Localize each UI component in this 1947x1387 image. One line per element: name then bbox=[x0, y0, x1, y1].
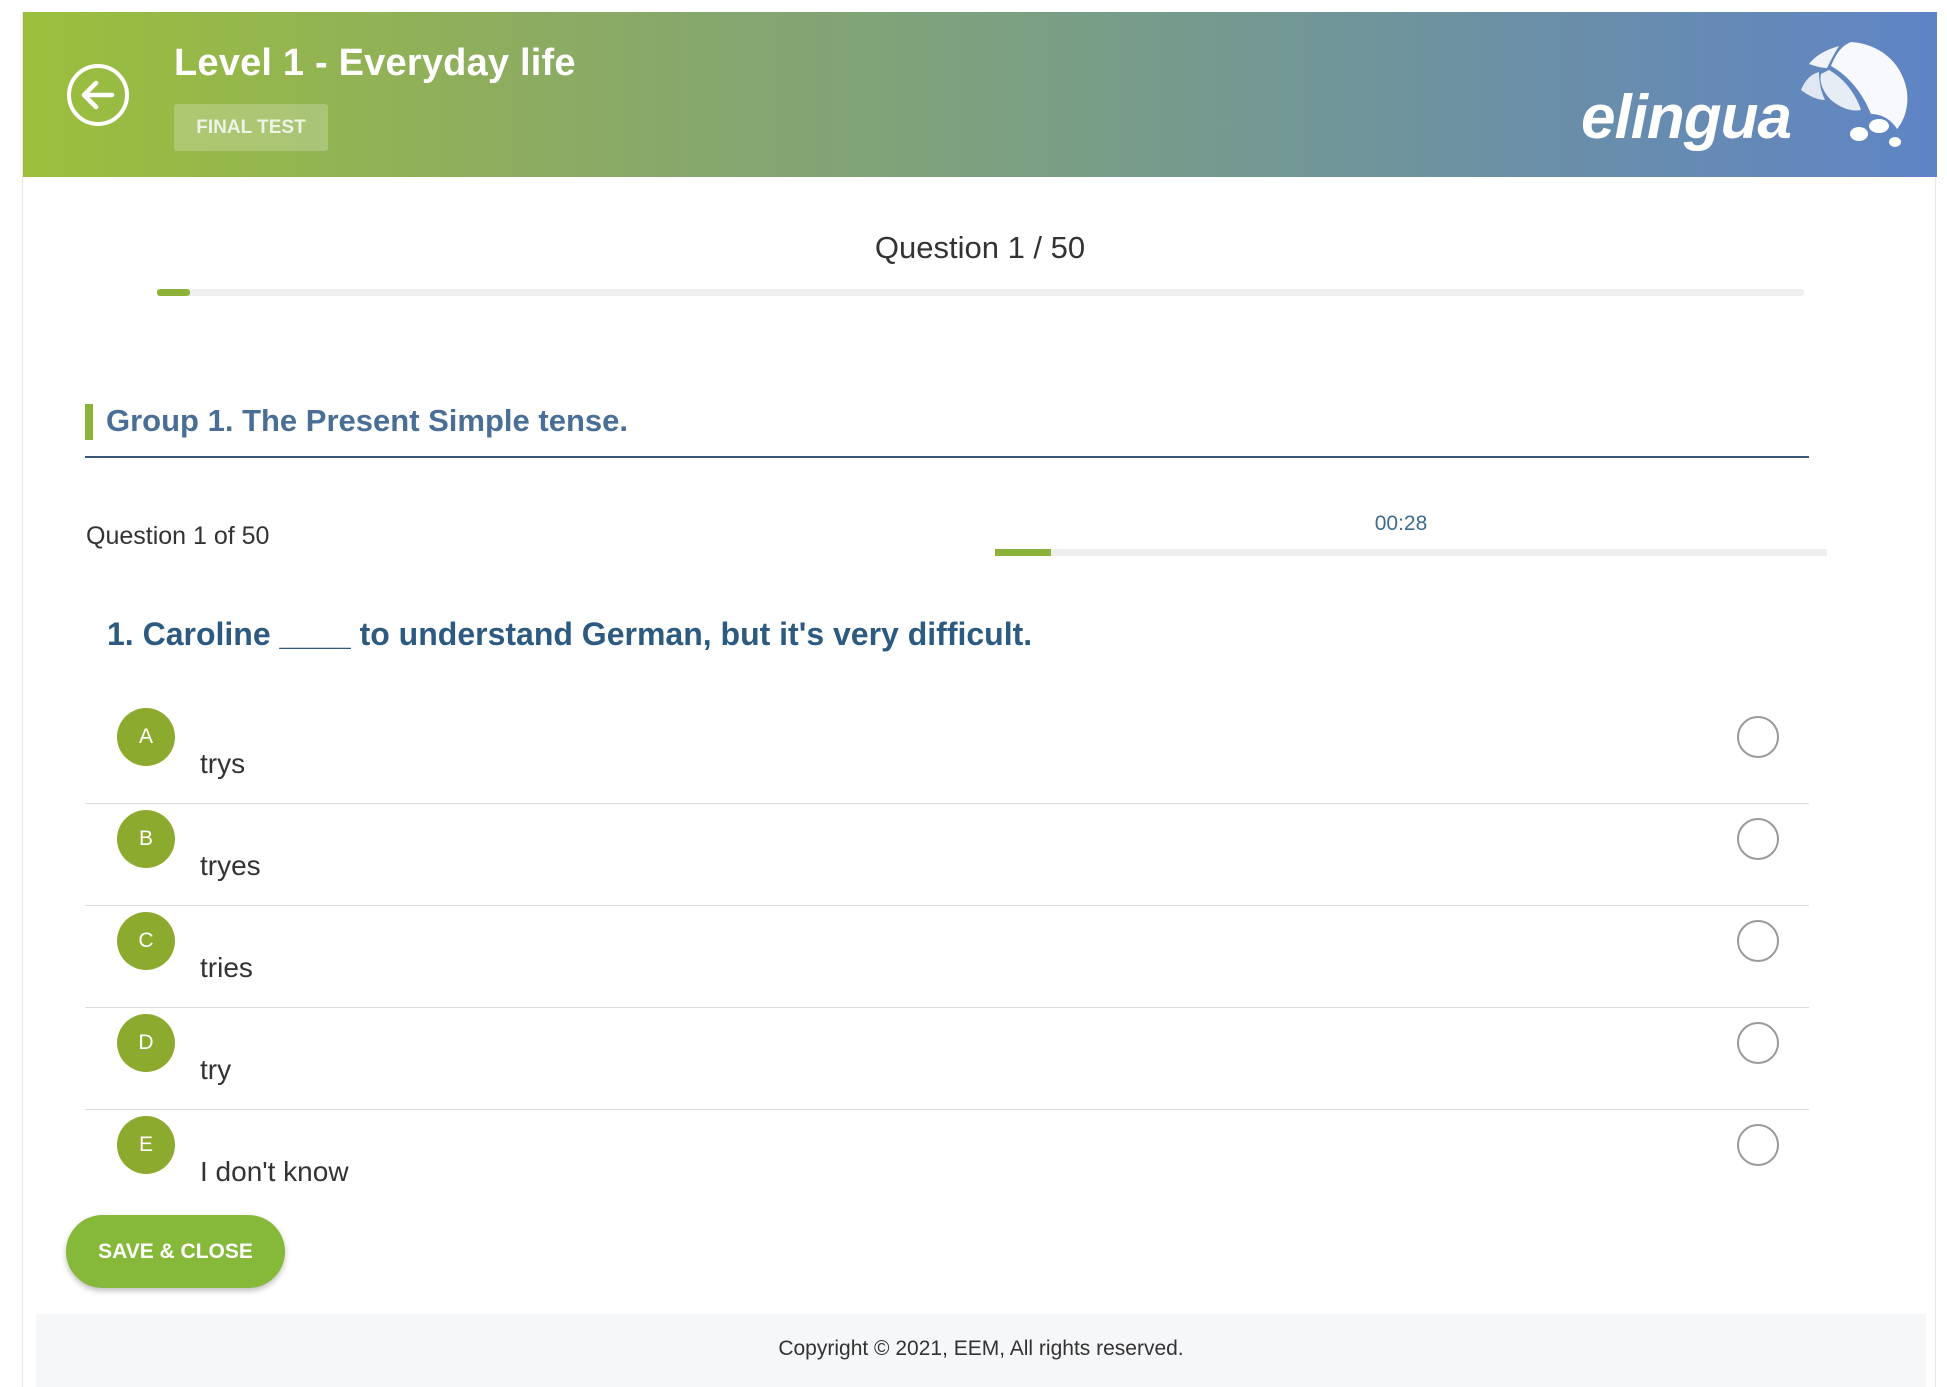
question-counter: Question 1 of 50 bbox=[86, 522, 270, 550]
copyright-text: Copyright © 2021, EEM, All rights reserv… bbox=[778, 1337, 1184, 1360]
page-title: Level 1 - Everyday life bbox=[174, 42, 576, 84]
answer-option-e[interactable]: E I don't know bbox=[85, 1110, 1809, 1212]
answer-letter-badge: E bbox=[117, 1116, 175, 1174]
answer-text: tryes bbox=[200, 850, 261, 881]
answer-text: trys bbox=[200, 748, 246, 779]
question-progress-heading: Question 1 / 50 bbox=[874, 230, 1086, 265]
group-heading: Group 1. The Present Simple tense. bbox=[85, 390, 1809, 458]
answer-radio[interactable] bbox=[1737, 920, 1779, 962]
elingua-logo: elingua bbox=[1581, 34, 1911, 164]
answer-option-a[interactable]: A trys bbox=[85, 702, 1809, 804]
answer-text: I don't know bbox=[200, 1156, 349, 1187]
timer-fill bbox=[995, 549, 1051, 556]
answer-radio[interactable] bbox=[1737, 716, 1779, 758]
answer-letter-badge: B bbox=[117, 810, 175, 868]
final-test-badge: FINAL TEST bbox=[174, 104, 328, 151]
header: Level 1 - Everyday life FINAL TEST eling… bbox=[23, 12, 1937, 177]
answer-option-c[interactable]: C tries bbox=[85, 906, 1809, 1008]
answer-list: A trys B tryes C tries D try E I don't k… bbox=[85, 702, 1809, 1212]
globe-logo-icon bbox=[1801, 42, 1908, 147]
save-close-button[interactable]: SAVE & CLOSE bbox=[66, 1215, 285, 1288]
timer-label: 00:28 bbox=[1374, 512, 1428, 535]
test-progress-bar bbox=[157, 289, 1804, 296]
timer-bar bbox=[995, 549, 1827, 556]
answer-option-d[interactable]: D try bbox=[85, 1008, 1809, 1110]
answer-text: try bbox=[200, 1054, 232, 1085]
answer-radio[interactable] bbox=[1737, 1022, 1779, 1064]
answer-letter-badge: A bbox=[117, 708, 175, 766]
answer-letter-badge: D bbox=[117, 1014, 175, 1072]
answer-option-b[interactable]: B tryes bbox=[85, 804, 1809, 906]
group-accent-bar bbox=[85, 404, 93, 440]
answer-radio[interactable] bbox=[1737, 818, 1779, 860]
test-progress-fill bbox=[157, 289, 190, 296]
question-text: 1. Caroline ____ to understand German, b… bbox=[107, 616, 1033, 652]
answer-radio[interactable] bbox=[1737, 1124, 1779, 1166]
footer: Copyright © 2021, EEM, All rights reserv… bbox=[36, 1314, 1926, 1387]
answer-letter-badge: C bbox=[117, 912, 175, 970]
test-page: Level 1 - Everyday life FINAL TEST eling… bbox=[22, 12, 1937, 1387]
group-title: Group 1. The Present Simple tense. bbox=[106, 403, 628, 438]
back-arrow-icon[interactable] bbox=[65, 62, 131, 128]
answer-text: tries bbox=[200, 952, 253, 983]
